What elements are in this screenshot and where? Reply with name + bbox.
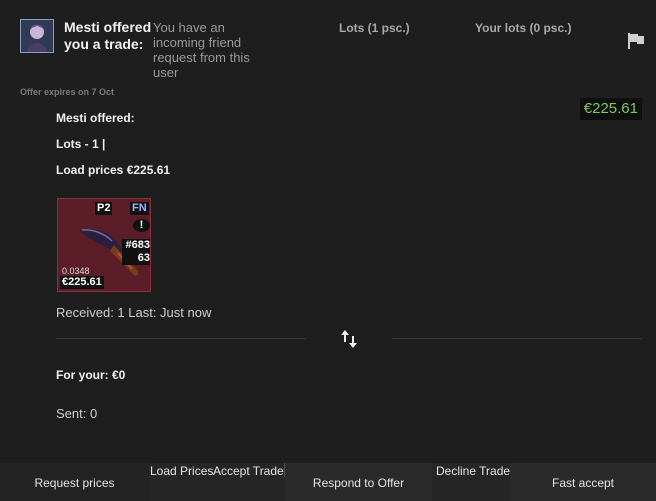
accept-trade-button[interactable]: Accept Trade [213,464,284,478]
total-value-badge: €225.61 [579,98,642,120]
item-price: €225.61 [60,276,104,289]
respond-to-offer-button[interactable]: Respond to Offer [285,463,432,501]
fast-accept-button[interactable]: Fast accept [510,463,656,501]
friend-request-note: You have an incoming friend request from… [153,20,250,80]
wear-badge: FN [130,202,149,215]
pattern-bottom: 63 [137,252,150,264]
load-prices-button[interactable]: Load Prices [150,464,213,478]
pattern-top: #683 [125,239,150,251]
offer-expires: Offer expires on 7 Oct [20,87,115,97]
load-accept-group: Load Prices Accept Trade [149,463,285,501]
user-avatar[interactable] [20,19,54,53]
received-status: Received: 1 Last: Just now [56,305,212,320]
tab-your-lots[interactable]: Your lots (0 psc.) [475,21,571,35]
swap-arrows-icon[interactable] [340,328,358,350]
warning-icon: ! [133,219,150,232]
request-prices-button[interactable]: Request prices [0,463,149,501]
offered-by-label: Mesti offered: [56,111,135,125]
lots-count: Lots - 1 | [56,137,106,151]
phase-badge: P2 [95,202,113,215]
pattern-badge: #683 63 [122,239,150,265]
divider [392,338,642,339]
offer-title: Mesti offered you a trade: [64,19,152,52]
decline-trade-button[interactable]: Decline Trade [432,463,510,501]
flag-icon[interactable] [627,33,645,49]
divider [56,338,306,339]
item-card[interactable]: P2 FN ! #683 63 0.0348 €225.61 [57,198,151,292]
for-your-label: For your: €0 [56,368,126,382]
sent-status: Sent: 0 [56,406,98,421]
load-prices-summary[interactable]: Load prices €225.61 [56,163,170,177]
tab-lots[interactable]: Lots (1 psc.) [339,21,410,35]
